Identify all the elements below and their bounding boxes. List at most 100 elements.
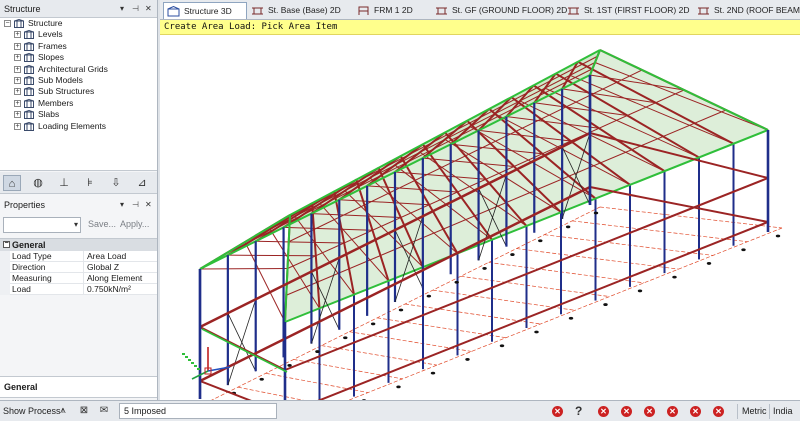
- load-case-value: 5 Imposed: [124, 406, 167, 416]
- mesh-icon[interactable]: ⊠: [77, 404, 91, 418]
- status-separator: [769, 404, 770, 419]
- tree-item[interactable]: + Members: [0, 98, 157, 109]
- mail-icon[interactable]: ✉: [97, 404, 111, 418]
- status-separator: [737, 404, 738, 419]
- support-node: [454, 280, 459, 284]
- frame-tab-icon[interactable]: ⊧: [81, 175, 99, 191]
- floor-beam: [589, 186, 769, 223]
- slope-tab-icon[interactable]: ⊿: [133, 175, 151, 191]
- properties-close-icon[interactable]: ✕: [145, 196, 152, 214]
- tree-item-label: Slabs: [38, 109, 60, 120]
- tree-item[interactable]: + Frames: [0, 41, 157, 52]
- support-node: [672, 275, 677, 279]
- apply-button[interactable]: Apply...: [120, 219, 149, 229]
- property-row[interactable]: Load Type Area Load: [0, 251, 157, 262]
- plan-2d-icon: [436, 7, 447, 15]
- save-button[interactable]: Save...: [88, 219, 116, 229]
- property-value[interactable]: Area Load: [87, 251, 126, 262]
- structure-panel-title: Structure: [4, 4, 41, 14]
- property-row[interactable]: Measuring Along Element: [0, 273, 157, 284]
- expand-icon[interactable]: +: [14, 122, 21, 130]
- support-node: [775, 234, 781, 238]
- grid-line: [349, 331, 472, 352]
- panel-pin-icon[interactable]: ⊣: [132, 0, 139, 18]
- property-row[interactable]: Load 0.750kN/m²: [0, 284, 157, 295]
- property-value[interactable]: Along Element: [87, 273, 142, 284]
- tree-item[interactable]: + Slopes: [0, 52, 157, 63]
- show-process-label[interactable]: Show Process: [3, 406, 61, 416]
- collapse-icon[interactable]: −: [4, 20, 11, 27]
- structure-3d-viewport[interactable]: Create Area Load: Pick Area Item: [160, 20, 800, 400]
- structure-tree: − Structure + Levels + Frames + Slopes + Architec…: [0, 18, 157, 171]
- panel-menu-icon[interactable]: ▾: [120, 0, 124, 18]
- tree-item[interactable]: + Levels: [0, 29, 157, 40]
- support-node: [482, 267, 487, 270]
- expand-icon[interactable]: +: [14, 111, 21, 119]
- error-icon[interactable]: ✕: [713, 406, 724, 417]
- properties-menu-icon[interactable]: ▾: [120, 196, 124, 214]
- tree-item[interactable]: + Sub Structures: [0, 86, 157, 97]
- support-node: [538, 239, 543, 243]
- tab-frm1-2d[interactable]: FRM 1 2D: [354, 2, 430, 19]
- property-row[interactable]: Direction Global Z: [0, 262, 157, 273]
- properties-pin-icon[interactable]: ⊣: [132, 196, 139, 214]
- support-node: [706, 262, 712, 265]
- properties-preset-select[interactable]: ▾: [3, 217, 81, 233]
- support-tab-icon[interactable]: ⊥: [55, 175, 73, 191]
- grid-line: [516, 248, 679, 270]
- error-icon[interactable]: ✕: [644, 406, 655, 417]
- error-icon[interactable]: ✕: [690, 406, 701, 417]
- panel-close-icon[interactable]: ✕: [145, 0, 152, 18]
- property-value[interactable]: 0.750kN/m²: [87, 284, 131, 295]
- document-tabs: Structure 3D St. Base (Base) 2D FRM 1 2D…: [160, 0, 800, 20]
- tab-st-gf-2d[interactable]: St. GF (GROUND FLOOR) 2D: [432, 2, 567, 19]
- plan-2d-icon: [568, 7, 579, 15]
- tab-st-base-2d[interactable]: St. Base (Base) 2D: [248, 2, 352, 19]
- structure-3d-model[interactable]: [160, 35, 800, 400]
- tab-st-1st-2d[interactable]: St. 1ST (FIRST FLOOR) 2D: [564, 2, 692, 19]
- error-icon[interactable]: ✕: [667, 406, 678, 417]
- row-gutter: [0, 273, 10, 284]
- help-icon[interactable]: ?: [575, 404, 582, 418]
- error-icon[interactable]: ✕: [621, 406, 632, 417]
- expand-icon[interactable]: +: [14, 31, 21, 39]
- tab-label: Structure 3D: [184, 6, 232, 16]
- tab-label: FRM 1 2D: [374, 5, 413, 15]
- support-node: [343, 336, 348, 340]
- submodels-icon: [24, 75, 34, 85]
- tree-item[interactable]: − Structure: [0, 18, 157, 29]
- error-icon[interactable]: ✕: [598, 406, 609, 417]
- support-node: [741, 248, 746, 252]
- load-case-select[interactable]: 5 Imposed: [119, 403, 277, 419]
- loading-icon: [24, 121, 34, 131]
- tab-st-2nd-2d[interactable]: St. 2ND (ROOF BEAM LEVEL) 2D: [694, 2, 800, 19]
- region-label[interactable]: India: [773, 406, 793, 416]
- error-icon[interactable]: ✕: [552, 406, 563, 417]
- property-value[interactable]: Global Z: [87, 262, 119, 273]
- tree-item-label: Levels: [38, 29, 63, 40]
- tree-item[interactable]: + Loading Elements: [0, 121, 157, 132]
- structure-tab-icon[interactable]: ⌂: [3, 175, 21, 191]
- expand-icon[interactable]: +: [14, 54, 21, 62]
- tab-structure-3d[interactable]: Structure 3D: [163, 2, 247, 19]
- tree-item-label: Frames: [38, 40, 67, 51]
- tree-item[interactable]: + Slabs: [0, 109, 157, 120]
- tree-item[interactable]: + Sub Models: [0, 75, 157, 86]
- support-node: [430, 371, 436, 375]
- property-category[interactable]: − General: [0, 239, 157, 251]
- load-tab-icon[interactable]: ⇩: [107, 175, 125, 191]
- expand-icon[interactable]: +: [14, 42, 21, 50]
- analysis-icon[interactable]: ⩚: [56, 404, 70, 418]
- tree-item[interactable]: + Architectural Grids: [0, 64, 157, 75]
- expand-icon[interactable]: +: [14, 88, 21, 96]
- support-node: [465, 358, 470, 361]
- expand-icon[interactable]: +: [14, 65, 21, 73]
- support-node: [396, 385, 401, 389]
- expand-icon[interactable]: +: [14, 99, 21, 107]
- plan-2d-icon: [252, 7, 263, 15]
- expand-icon[interactable]: +: [14, 76, 21, 84]
- globe-tab-icon[interactable]: ◍: [29, 175, 47, 191]
- property-key: Measuring: [12, 273, 84, 284]
- collapse-icon[interactable]: −: [3, 240, 10, 248]
- units-label[interactable]: Metric: [742, 406, 767, 416]
